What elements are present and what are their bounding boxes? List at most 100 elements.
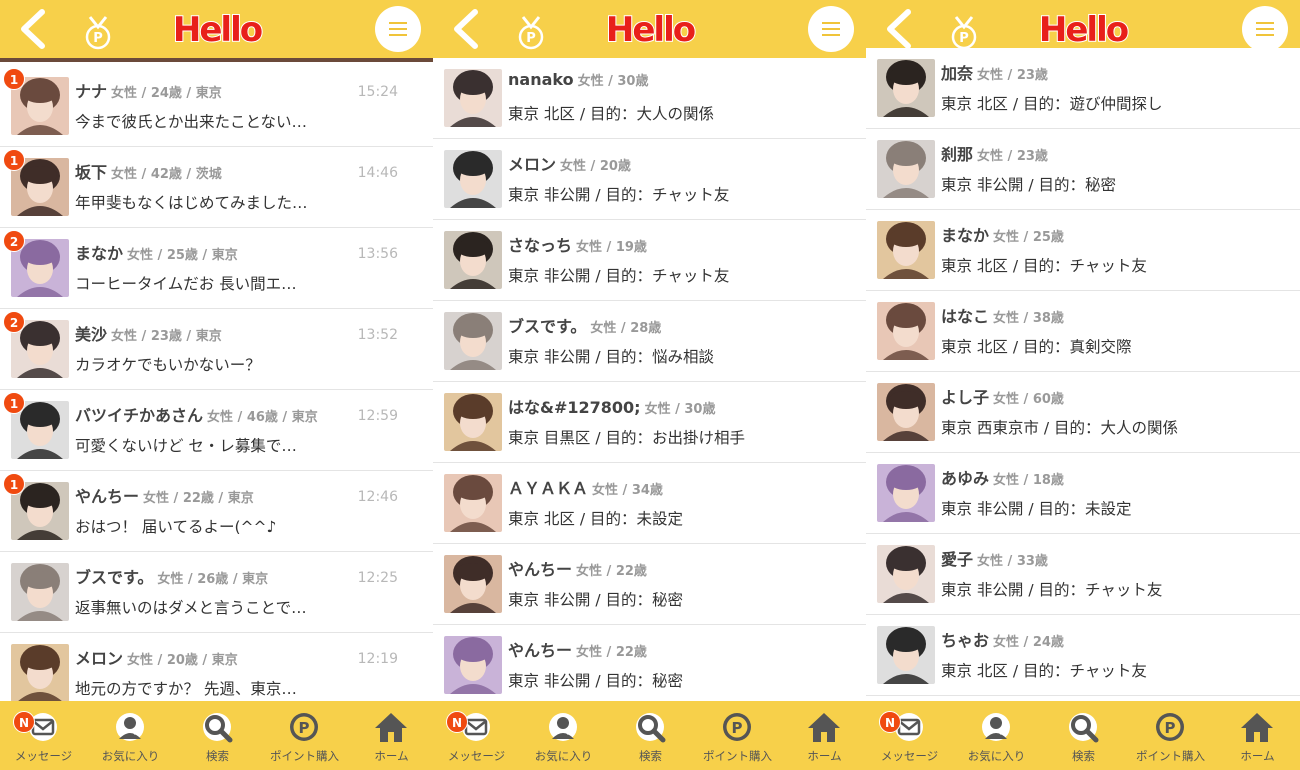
profile-photo[interactable] [11, 563, 69, 621]
tab-favorites[interactable]: お気に入り [520, 701, 607, 770]
medal-p-icon[interactable]: P [950, 15, 978, 51]
message-row[interactable]: まなか 女性 / 25歳 / 東京 コーヒータイムだお 長い間エ… 13:56 2 [0, 228, 433, 309]
message-row[interactable]: やんちー 女性 / 22歳 / 東京 おはつ！ 届いてるよー(^^♪ 12:46 1 [0, 471, 433, 552]
tab-home[interactable]: ホーム [348, 701, 433, 770]
user-row[interactable]: はなこ 女性 / 38歳 東京 北区 / 目的：真剣交際 [866, 291, 1300, 372]
tab-points[interactable]: P ポイント購入 [261, 701, 348, 770]
profile-photo[interactable] [877, 59, 935, 117]
tab-favorites[interactable]: お気に入り [953, 701, 1040, 770]
message-row[interactable]: 美沙 女性 / 23歳 / 東京 カラオケでもいかないー？ 13:52 2 [0, 309, 433, 390]
profile-photo[interactable] [11, 644, 69, 701]
profile-photo[interactable] [877, 545, 935, 603]
user-meta: 女性 / 22歳 [576, 564, 647, 579]
user-list[interactable]: nanako 女性 / 30歳 東京 北区 / 目的：大人の関係 メロン 女性 / 20… [433, 58, 866, 701]
user-row[interactable]: さなっち 女性 / 19歳 東京 非公開 / 目的：チャット友 [433, 220, 866, 301]
user-name: バツイチかあさん 女性 / 46歳 / 東京 [75, 402, 318, 426]
tab-search[interactable]: 検索 [607, 701, 694, 770]
hello-logo: Hello [605, 9, 696, 48]
tab-messages[interactable]: メッセージ N [0, 701, 87, 770]
profile-photo[interactable] [444, 69, 502, 127]
tab-points[interactable]: P ポイント購入 [694, 701, 781, 770]
tab-label: ホーム [374, 749, 409, 763]
profile-photo[interactable] [877, 383, 935, 441]
user-row[interactable]: ＡＹＡＫＡ 女性 / 34歳 東京 北区 / 目的：未設定 [433, 463, 866, 544]
tab-points[interactable]: P ポイント購入 [1127, 701, 1214, 770]
user-list[interactable]: 加奈 女性 / 23歳 東京 北区 / 目的：遊び仲間探し 刹那 女性 / 23歳 東京 … [866, 48, 1300, 701]
svg-text:P: P [1165, 719, 1176, 737]
profile-photo[interactable] [444, 150, 502, 208]
user-meta: 女性 / 26歳 / 東京 [157, 572, 269, 587]
tab-messages[interactable]: メッセージ N [433, 701, 520, 770]
profile-photo[interactable] [877, 464, 935, 522]
tab-label: メッセージ [880, 749, 939, 763]
profile-photo[interactable] [444, 555, 502, 613]
tab-search[interactable]: 検索 [1040, 701, 1127, 770]
user-row[interactable]: 愛子 女性 / 33歳 東京 非公開 / 目的：チャット友 [866, 534, 1300, 615]
tab-favorites[interactable]: お気に入り [87, 701, 174, 770]
user-row[interactable]: よし子 女性 / 60歳 東京 西東京市 / 目的：大人の関係 [866, 372, 1300, 453]
user-name-text: はな&#127800; [508, 398, 641, 417]
message-row[interactable]: 坂下 女性 / 42歳 / 茨城 年甲斐もなくはじめてみました… 14:46 1 [0, 147, 433, 228]
user-row[interactable]: メロン 女性 / 20歳 東京 非公開 / 目的：チャット友 [433, 139, 866, 220]
user-meta: 女性 / 22歳 / 東京 [143, 491, 254, 506]
message-row[interactable]: メロン 女性 / 20歳 / 東京 地元の方ですか？ 先週、東京… 12:19 [0, 633, 433, 701]
user-location-purpose: 東京 北区 / 目的：大人の関係 [508, 105, 715, 123]
hamburger-menu-button[interactable] [808, 6, 854, 52]
user-row[interactable]: 刹那 女性 / 23歳 東京 非公開 / 目的：秘密 [866, 129, 1300, 210]
profile-photo[interactable] [877, 626, 935, 684]
app-header: P Hello [433, 0, 866, 58]
user-meta: 女性 / 25歳 [993, 230, 1064, 245]
tab-messages[interactable]: メッセージ N [866, 701, 953, 770]
tab-search[interactable]: 検索 [174, 701, 261, 770]
message-list[interactable]: ナナ 女性 / 24歳 / 東京 今まで彼氏とか出来たことない… 15:24 1 坂下 女性… [0, 66, 433, 701]
message-row[interactable]: ブスです。 女性 / 26歳 / 東京 返事無いのはダメと言うことで… 12:25 [0, 552, 433, 633]
user-name: はなこ 女性 / 38歳 [941, 303, 1064, 327]
profile-photo[interactable] [444, 231, 502, 289]
back-arrow-icon[interactable] [449, 8, 483, 50]
profile-photo[interactable] [877, 302, 935, 360]
user-name: メロン 女性 / 20歳 / 東京 [75, 645, 238, 669]
hamburger-menu-button[interactable] [1242, 6, 1288, 52]
user-row[interactable]: あゆみ 女性 / 18歳 東京 非公開 / 目的：未設定 [866, 453, 1300, 534]
user-row[interactable]: ブスです。 女性 / 28歳 東京 非公開 / 目的：悩み相談 [433, 301, 866, 382]
user-name-text: ちゃお [941, 631, 990, 650]
tab-home[interactable]: ホーム [781, 701, 866, 770]
user-row[interactable]: まなか 女性 / 25歳 東京 北区 / 目的：チャット友 [866, 210, 1300, 291]
tab-label: お気に入り [101, 749, 160, 763]
user-row[interactable]: 加奈 女性 / 23歳 東京 北区 / 目的：遊び仲間探し [866, 48, 1300, 129]
bottom-tab-bar: メッセージ N お気に入り 検索 P ポイント購入 ホーム [0, 701, 433, 770]
medal-p-icon[interactable]: P [517, 15, 545, 51]
tab-label: お気に入り [534, 749, 593, 763]
user-row[interactable]: はな&#127800; 女性 / 30歳 東京 目黒区 / 目的：お出掛け相手 [433, 382, 866, 463]
home-icon [808, 713, 840, 742]
profile-photo[interactable] [444, 312, 502, 370]
user-meta: 女性 / 30歳 [577, 74, 649, 89]
user-meta: 女性 / 19歳 [576, 240, 647, 255]
back-arrow-icon[interactable] [16, 8, 50, 50]
profile-photo[interactable] [877, 221, 935, 279]
user-name-text: やんちー [508, 641, 573, 660]
user-row[interactable]: やんちー 女性 / 22歳 東京 非公開 / 目的：秘密 [433, 625, 866, 701]
user-name: ＡＹＡＫＡ 女性 / 34歳 [508, 475, 663, 499]
profile-photo[interactable] [444, 393, 502, 451]
tab-home[interactable]: ホーム [1214, 701, 1300, 770]
tab-label: メッセージ [14, 749, 73, 763]
user-name-text: はなこ [941, 307, 990, 326]
message-preview: カラオケでもいかないー？ [75, 356, 261, 374]
message-row[interactable]: バツイチかあさん 女性 / 46歳 / 東京 可愛くないけど セ・レ募集で… 12:5… [0, 390, 433, 471]
message-row[interactable]: ナナ 女性 / 24歳 / 東京 今まで彼氏とか出来たことない… 15:24 1 [0, 66, 433, 147]
profile-photo[interactable] [444, 636, 502, 694]
profile-photo[interactable] [444, 474, 502, 532]
hamburger-menu-button[interactable] [375, 6, 421, 52]
back-arrow-icon[interactable] [882, 8, 916, 50]
user-row[interactable]: ちゃお 女性 / 24歳 東京 北区 / 目的：チャット友 [866, 615, 1300, 696]
user-name: 美沙 女性 / 23歳 / 東京 [75, 321, 222, 345]
user-meta: 女性 / 33歳 [977, 554, 1048, 569]
user-row[interactable]: やんちー 女性 / 22歳 東京 非公開 / 目的：秘密 [433, 544, 866, 625]
medal-p-icon[interactable]: P [84, 15, 112, 51]
user-name-text: まなか [941, 226, 990, 245]
profile-photo[interactable] [877, 140, 935, 198]
user-name: 加奈 女性 / 23歳 [941, 60, 1048, 84]
app-header: P Hello [0, 0, 433, 62]
user-row[interactable]: nanako 女性 / 30歳 東京 北区 / 目的：大人の関係 [433, 58, 866, 139]
